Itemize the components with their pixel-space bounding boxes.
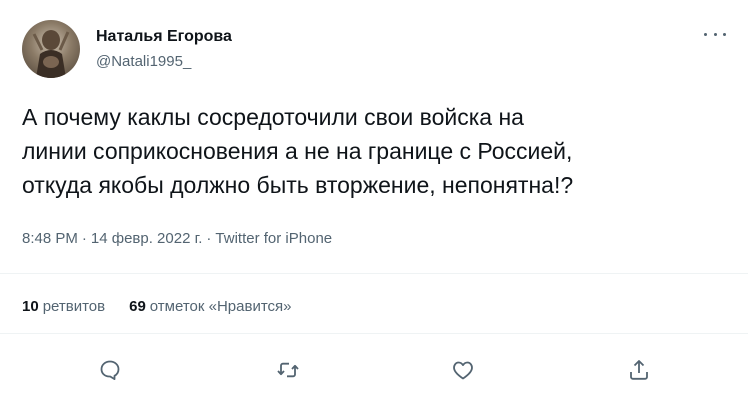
- avatar[interactable]: [22, 20, 80, 78]
- tweet-meta: 8:48 PM · 14 февр. 2022 г. · Twitter for iPh…: [22, 230, 332, 247]
- tweet-date[interactable]: 14 февр. 2022 г.: [91, 230, 203, 247]
- share-icon[interactable]: [621, 352, 657, 388]
- retweets-count: 10: [22, 298, 39, 315]
- avatar-image: [32, 30, 70, 78]
- likes-stat[interactable]: 69 отметок «Нравится»: [129, 298, 291, 315]
- more-icon[interactable]: [704, 24, 726, 44]
- tweet-text-line: линии соприкосновения а не на границе с …: [22, 138, 573, 164]
- reply-icon[interactable]: [92, 352, 128, 388]
- retweet-icon[interactable]: [270, 352, 306, 388]
- tweet-source[interactable]: Twitter for iPhone: [215, 230, 332, 247]
- action-bar: [0, 352, 748, 388]
- retweets-stat[interactable]: 10 ретвитов: [22, 298, 105, 315]
- retweets-label: ретвитов: [42, 298, 106, 315]
- meta-separator: ·: [81, 230, 87, 247]
- tweet-time[interactable]: 8:48 PM: [22, 230, 78, 247]
- divider: [0, 333, 748, 334]
- author-name[interactable]: Наталья Егорова: [96, 28, 232, 46]
- meta-separator: ·: [206, 230, 212, 247]
- tweet-text: А почему каклы сосредоточили свои войска…: [22, 100, 732, 202]
- likes-label: отметок «Нравится»: [149, 298, 292, 315]
- like-icon[interactable]: [445, 352, 481, 388]
- author-handle[interactable]: @Natali1995_: [96, 53, 191, 70]
- tweet-stats: 10 ретвитов 69 отметок «Нравится»: [22, 298, 291, 315]
- divider: [0, 273, 748, 274]
- tweet-text-line: А почему каклы сосредоточили свои войска…: [22, 104, 524, 130]
- tweet: Наталья Егорова @Natali1995_ А почему ка…: [0, 0, 748, 404]
- likes-count: 69: [129, 298, 146, 315]
- tweet-text-line: откуда якобы должно быть вторжение, непо…: [22, 172, 574, 198]
